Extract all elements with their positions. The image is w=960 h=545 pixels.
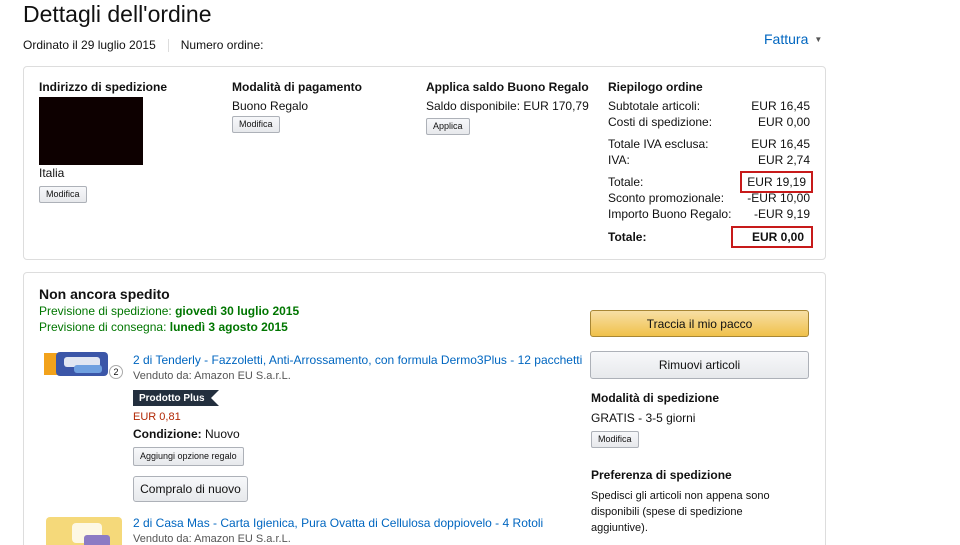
summary-row-total: Totale: EUR 19,19	[608, 171, 813, 193]
summary-row-shipping: Costi di spedizione: EUR 0,00	[608, 114, 810, 130]
shipping-preference-text: Spedisci gli articoli non appena sono di…	[591, 490, 770, 534]
gift-card-title: Applica saldo Buono Regalo	[426, 80, 589, 94]
summary-value: -EUR 10,00	[747, 191, 810, 205]
item-seller: Venduto da: Amazon EU S.a.r.L.	[133, 370, 291, 382]
gift-card-section: Applica saldo Buono Regalo Saldo disponi…	[426, 80, 601, 135]
gift-card-balance: Saldo disponibile: EUR 170,79	[426, 99, 589, 113]
page-title: Dettagli dell'ordine	[23, 1, 212, 27]
summary-value-highlighted: EUR 19,19	[740, 171, 813, 193]
apply-gift-card-button[interactable]: Applica	[426, 118, 470, 135]
remove-items-button[interactable]: Rimuovi articoli	[590, 351, 809, 379]
condition-value: Nuovo	[205, 427, 240, 441]
summary-label: IVA:	[608, 153, 630, 167]
shipping-preference-title: Preferenza di spedizione	[591, 468, 732, 482]
buy-again-button[interactable]: Compralo di nuovo	[133, 476, 248, 502]
payment-title: Modalità di pagamento	[232, 80, 363, 94]
prime-plus-badge: Prodotto Plus	[133, 390, 219, 406]
item-details: 2 di Tenderly - Fazzoletti, Anti-Arrossa…	[133, 353, 583, 382]
summary-row-gift-card: Importo Buono Regalo: -EUR 9,19	[608, 206, 810, 222]
payment-method: Buono Regalo	[232, 99, 309, 113]
add-gift-option-button[interactable]: Aggiungi opzione regalo	[133, 447, 244, 466]
summary-value: EUR 0,00	[757, 115, 810, 129]
item-price: EUR 0,81	[133, 411, 181, 423]
ship-estimate-value: giovedì 30 luglio 2015	[175, 304, 300, 318]
shipping-method-title: Modalità di spedizione	[591, 391, 720, 405]
order-details-box: Indirizzo di spedizione Antonella Italia…	[23, 66, 826, 260]
delivery-estimate: Previsione di consegna: lunedì 3 agosto …	[39, 320, 288, 334]
redacted-address	[39, 97, 143, 165]
item-seller: Venduto da: Amazon EU S.a.r.L.	[133, 533, 291, 545]
item-details: 2 di Casa Mas - Carta Igienica, Pura Ova…	[133, 516, 583, 545]
item-condition: Condizione: Nuovo	[133, 427, 240, 441]
divider	[167, 38, 169, 52]
order-meta: Ordinato il 29 luglio 2015 Numero ordine…	[23, 38, 263, 52]
shipping-method-value: GRATIS - 3-5 giorni	[591, 411, 696, 425]
summary-row-total-net: Totale IVA esclusa: EUR 16,45	[608, 136, 810, 152]
summary-label: Totale:	[608, 230, 647, 244]
summary-row-grand-total: Totale: EUR 0,00	[608, 226, 814, 248]
ship-estimate-label: Previsione di spedizione:	[39, 304, 172, 318]
order-number-label: Numero ordine:	[180, 38, 264, 52]
payment-section: Modalità di pagamento Buono Regalo Modif…	[232, 80, 412, 133]
item-title-link[interactable]: 2 di Tenderly - Fazzoletti, Anti-Arrossa…	[133, 353, 583, 367]
caret-down-icon: ▼	[814, 34, 823, 44]
summary-value: EUR 2,74	[757, 153, 810, 167]
shipment-status: Non ancora spedito	[39, 286, 170, 302]
order-summary-title: Riepilogo ordine	[608, 80, 703, 94]
product-image[interactable]	[44, 515, 124, 545]
summary-value-highlighted: EUR 0,00	[730, 226, 814, 248]
summary-label: Sconto promozionale:	[608, 191, 725, 205]
summary-value: EUR 16,45	[751, 99, 810, 113]
summary-label: Subtotale articoli:	[608, 99, 701, 113]
ship-estimate: Previsione di spedizione: giovedì 30 lug…	[39, 304, 299, 318]
summary-value: EUR 16,45	[751, 137, 810, 151]
summary-row-subtotal: Subtotale articoli: EUR 16,45	[608, 98, 810, 114]
summary-value: -EUR 9,19	[753, 207, 810, 221]
edit-payment-button[interactable]: Modifica	[232, 116, 280, 133]
quantity-badge: 2	[109, 365, 123, 379]
track-package-button[interactable]: Traccia il mio pacco	[590, 310, 809, 337]
summary-row-promo: Sconto promozionale: -EUR 10,00	[608, 190, 810, 206]
summary-label: Costi di spedizione:	[608, 115, 713, 129]
invoice-dropdown[interactable]: Fattura ▼	[764, 31, 822, 47]
order-summary-section: Riepilogo ordine Subtotale articoli: EUR…	[608, 80, 814, 248]
order-date: Ordinato il 29 luglio 2015	[23, 38, 156, 52]
summary-label: Totale:	[608, 175, 644, 189]
summary-label: Totale IVA esclusa:	[608, 137, 709, 151]
invoice-label: Fattura	[764, 31, 809, 47]
delivery-estimate-value: lunedì 3 agosto 2015	[169, 320, 288, 334]
summary-label: Importo Buono Regalo:	[608, 207, 732, 221]
condition-label: Condizione:	[133, 427, 202, 441]
edit-address-button[interactable]: Modifica	[39, 186, 87, 203]
shipping-country: Italia	[39, 166, 65, 180]
item-title-link[interactable]: 2 di Casa Mas - Carta Igienica, Pura Ova…	[133, 516, 583, 530]
summary-row-vat: IVA: EUR 2,74	[608, 152, 810, 168]
delivery-estimate-label: Previsione di consegna:	[39, 320, 167, 334]
shipping-address-title: Indirizzo di spedizione	[39, 80, 168, 94]
edit-shipping-method-button[interactable]: Modifica	[591, 431, 639, 448]
